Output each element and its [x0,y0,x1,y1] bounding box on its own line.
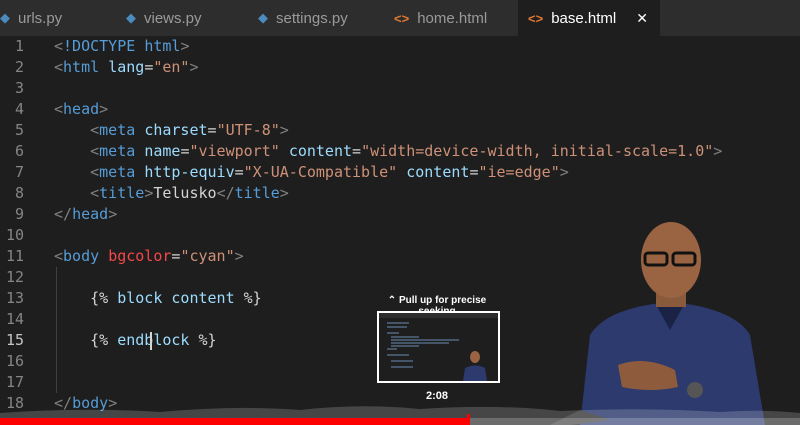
code-text: <meta http-equiv="X-UA-Compatible" conte… [90,163,569,181]
presenter-video [550,222,765,425]
line-number: 14 [5,310,24,328]
line-number: 3 [14,79,24,97]
line-number: 4 [14,100,24,118]
line-number: 1 [14,37,24,55]
html-file-icon: <> [528,10,544,26]
progress-scrubber-handle[interactable] [467,414,470,425]
code-text: <meta name="viewport" content="width=dev… [90,142,723,160]
line-number: 6 [14,142,24,160]
line-number: 16 [5,352,24,370]
code-line[interactable]: 7 <meta http-equiv="X-UA-Compatible" con… [0,162,800,183]
tab-base-html[interactable]: <> base.html ✕ [518,0,660,36]
line-number: 13 [5,289,24,307]
code-text: {% endblock %} [90,331,217,349]
close-tab-icon[interactable]: ✕ [636,10,648,27]
tab-label: settings.py [276,9,348,27]
code-text: <meta charset="UTF-8"> [90,121,289,139]
line-number: 15 [5,331,24,349]
text-cursor [150,332,152,350]
editor-tab-bar: ◆ urls.py ◆ views.py ◆ settings.py <> ho… [0,0,800,36]
tab-home-html[interactable]: <> home.html [386,0,514,36]
line-number: 8 [14,184,24,202]
progress-played [0,418,468,425]
tab-label: urls.py [18,9,63,27]
line-number: 10 [5,226,24,244]
tab-views-py[interactable]: ◆ views.py [118,0,246,36]
code-line[interactable]: 3 [0,78,800,99]
tab-label: base.html [551,9,617,27]
code-text: <!DOCTYPE html> [54,37,190,55]
line-number: 2 [14,58,24,76]
line-number: 9 [14,205,24,223]
line-number: 17 [5,373,24,391]
code-line[interactable]: 8 <title>Telusko</title> [0,183,800,204]
line-number: 5 [14,121,24,139]
python-file-icon: ◆ [126,10,136,25]
code-line[interactable]: 4 <head> [0,99,800,120]
code-text: </head> [54,205,118,223]
code-text: <head> [54,100,109,118]
code-line[interactable]: 5 <meta charset="UTF-8"> [0,120,800,141]
line-number: 12 [5,268,24,286]
html-file-icon: <> [394,10,410,26]
code-text: {% block content %} [90,289,262,307]
line-number: 7 [14,163,24,181]
seek-preview-thumbnail [377,311,500,383]
storyboard-waveform [0,406,800,418]
python-file-icon: ◆ [0,10,10,25]
tab-settings-py[interactable]: ◆ settings.py [252,0,388,36]
line-number: 11 [5,247,24,265]
tab-label: views.py [144,9,202,27]
tab-urls-py[interactable]: ◆ urls.py [0,0,98,36]
python-file-icon: ◆ [258,10,268,25]
code-text: <title>Telusko</title> [90,184,289,202]
code-line[interactable]: 1 <!DOCTYPE html> [0,36,800,57]
code-text: <html lang="en"> [54,58,199,76]
tab-label: home.html [417,9,488,27]
code-text: <body bgcolor="cyan"> [54,247,244,265]
code-line[interactable]: 2 <html lang="en"> [0,57,800,78]
code-line[interactable]: 6 <meta name="viewport" content="width=d… [0,141,800,162]
